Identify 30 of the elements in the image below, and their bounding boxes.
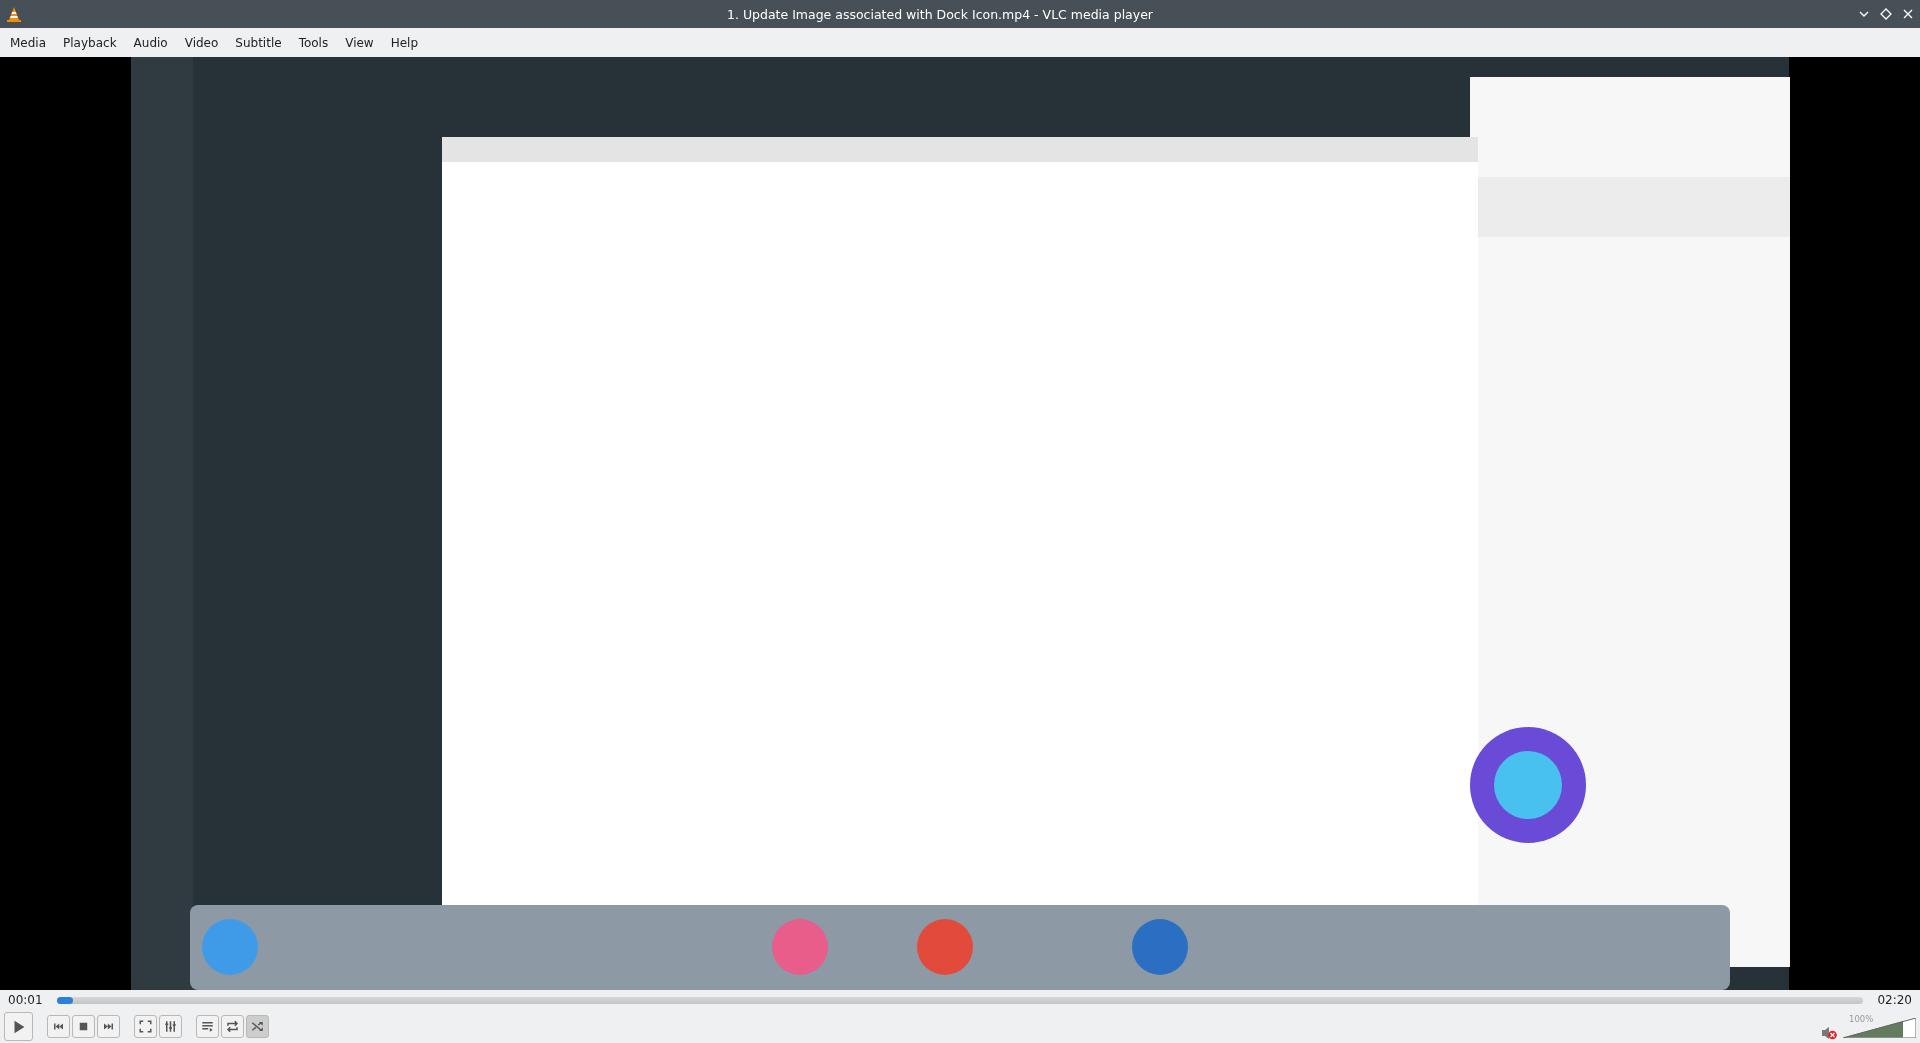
muted-speaker-icon[interactable] bbox=[1821, 1025, 1837, 1040]
next-button[interactable] bbox=[97, 1015, 120, 1038]
volume-reading: 100% bbox=[1849, 1013, 1874, 1024]
loop-button[interactable] bbox=[221, 1015, 244, 1038]
menu-item[interactable]: Video bbox=[176, 35, 228, 50]
playlist-icon bbox=[200, 1019, 215, 1034]
maximize-icon[interactable] bbox=[1880, 8, 1892, 20]
menu-item[interactable]: Audio bbox=[125, 35, 177, 50]
play-button[interactable] bbox=[4, 1012, 33, 1041]
menu-item[interactable]: Help bbox=[382, 35, 428, 50]
close-icon[interactable] bbox=[1902, 8, 1914, 20]
equalizer-button[interactable] bbox=[159, 1015, 182, 1038]
settings-icon bbox=[163, 1019, 178, 1034]
loop-icon bbox=[225, 1019, 240, 1034]
previous-button[interactable] bbox=[47, 1015, 70, 1038]
menu-item[interactable]: Tools bbox=[290, 35, 338, 50]
fullscreen-button[interactable] bbox=[134, 1015, 157, 1038]
elapsed-time: 00:01 bbox=[8, 993, 43, 1007]
traffic-cone-icon bbox=[6, 6, 22, 22]
shuffle-icon bbox=[250, 1019, 265, 1034]
menu-item[interactable]: Playback bbox=[55, 35, 126, 50]
shuffle-button[interactable] bbox=[246, 1015, 269, 1038]
menu-item[interactable]: Media bbox=[2, 35, 56, 50]
total-time: 02:20 bbox=[1877, 993, 1912, 1007]
stop-button[interactable] bbox=[72, 1015, 95, 1038]
playlist-button[interactable] bbox=[196, 1015, 219, 1038]
window-title: 1. Update Image associated with Dock Icon.mp4 - VLC media player bbox=[726, 6, 1154, 22]
menu-item[interactable]: Subtitle bbox=[227, 35, 291, 50]
fullscreen-icon bbox=[138, 1019, 153, 1034]
menu-item[interactable]: View bbox=[337, 35, 383, 50]
